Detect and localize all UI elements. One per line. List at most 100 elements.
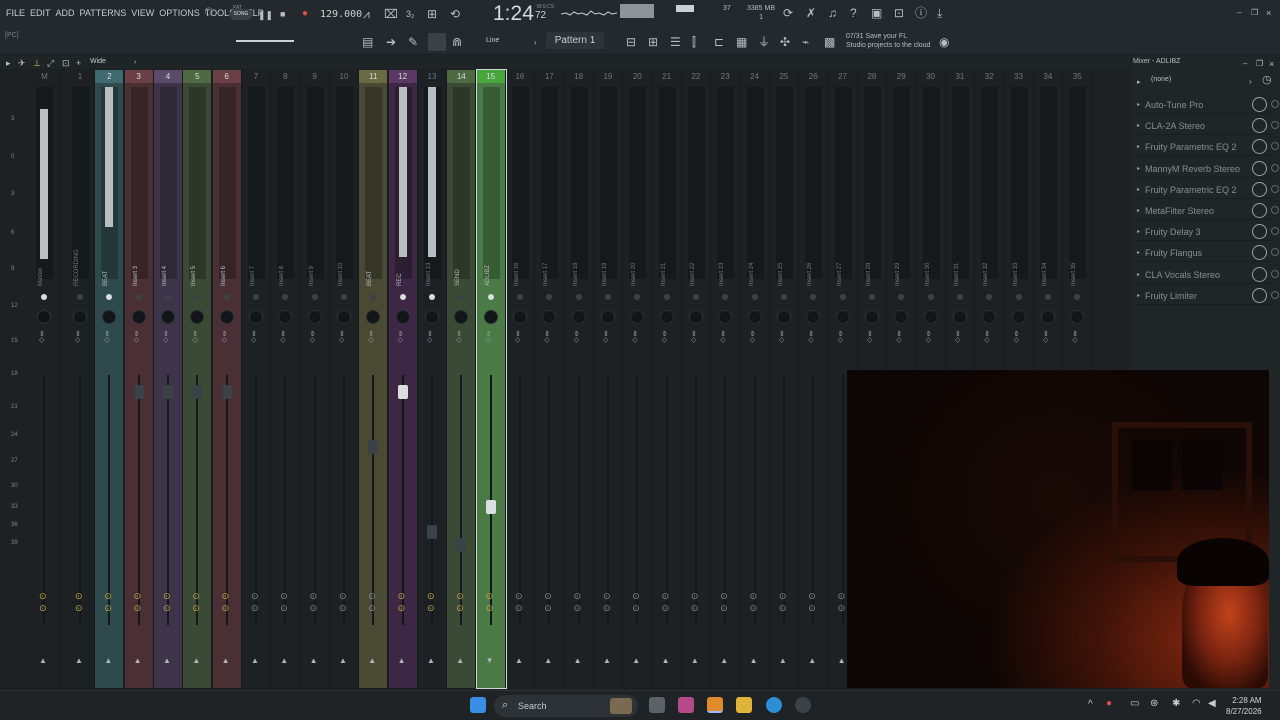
panel-maximize-icon[interactable]: ❐ [1256, 58, 1263, 70]
slot-enable-toggle[interactable] [1271, 206, 1279, 214]
stereo-separation-icon[interactable]: ⇕ ◇ [339, 331, 345, 344]
volume-icon[interactable]: ◀ [1208, 698, 1216, 709]
pencil-icon[interactable]: ✎ [408, 36, 418, 48]
stereo-separation-icon[interactable]: ⇕ ◇ [310, 331, 316, 344]
pan-knob[interactable] [630, 310, 645, 324]
menu-view[interactable]: VIEW [131, 8, 154, 18]
mute-led[interactable] [77, 294, 83, 300]
slot-arrow-icon[interactable]: ▸ [1137, 271, 1140, 278]
volume-fader[interactable] [782, 375, 785, 625]
volume-fader[interactable] [166, 375, 169, 625]
pan-knob[interactable] [542, 310, 557, 324]
effect-slot[interactable]: ▸ Fruity Delay 3 [1135, 222, 1279, 242]
pan-knob[interactable] [1040, 310, 1055, 324]
route-arrow-icon[interactable]: ▲ [456, 656, 464, 665]
taskbar-clock[interactable]: 2:28 AM 8/27/2026 [1226, 695, 1262, 717]
stereo-separation-icon[interactable]: ⇕ ◇ [134, 331, 140, 344]
pan-knob[interactable] [952, 310, 967, 324]
effect-slot[interactable]: ▸ MannyM Reverb Stereo [1135, 159, 1279, 178]
pattern-selector[interactable]: Pattern 1 [546, 32, 604, 49]
route-arrow-icon[interactable]: ▲ [662, 656, 670, 665]
strip-name[interactable]: Master [38, 234, 44, 286]
send-route-icon[interactable]: ⊙⊙ [574, 590, 582, 614]
pan-knob[interactable] [894, 310, 909, 324]
effect-slot[interactable]: ▸ CLA Vocals Stereo [1135, 265, 1279, 284]
cpu-gear-icon[interactable]: ⟳ [783, 7, 793, 19]
mute-led[interactable] [1074, 294, 1081, 300]
effect-slot[interactable]: ▸ Auto-Tune Pro [1135, 95, 1279, 114]
mixer-strip-15[interactable]: 15 ADLIBZ ⇕ ◇ ⊙ ⊙ ▼ [475, 69, 507, 689]
song-time-display[interactable]: 1:24 [493, 2, 534, 26]
route-arrow-icon[interactable]: ▲ [222, 656, 230, 665]
pan-knob[interactable] [776, 310, 791, 324]
mixer-strip-16[interactable]: 16 Insert 16 ⇕ ◇ ⊙ ⊙ ▲ [506, 70, 535, 688]
volume-fader[interactable] [225, 375, 228, 625]
stereo-separation-icon[interactable]: ⇕ ◇ [926, 331, 932, 344]
effect-name[interactable]: Fruity Limiter [1145, 291, 1197, 301]
mute-led[interactable] [516, 294, 523, 300]
slot-arrow-icon[interactable]: ▸ [1137, 186, 1140, 193]
mute-led[interactable] [164, 294, 171, 300]
route-arrow-icon[interactable]: ▲ [603, 656, 611, 665]
strip-name[interactable]: Insert 21 [661, 234, 667, 286]
volume-fader[interactable] [43, 375, 45, 625]
stereo-separation-icon[interactable]: ⇕ ◇ [574, 331, 580, 344]
strip-name[interactable]: Insert 28 [866, 234, 872, 286]
send-route-icon[interactable]: ⊙⊙ [808, 590, 816, 614]
strip-name[interactable]: Insert 23 [719, 234, 725, 286]
stereo-separation-icon[interactable]: ⇕ ◇ [222, 331, 228, 344]
copilot-icon[interactable] [678, 697, 694, 713]
stereo-separation-icon[interactable]: ⇕ ◇ [896, 331, 902, 344]
send-route-icon[interactable]: ⊙⊙ [398, 590, 406, 614]
effect-slot[interactable]: ▸ Fruity Flangus [1135, 243, 1279, 263]
mixer-strip-5[interactable]: 5 Insert 5 ⇕ ◇ ⊙ ⊙ ▲ [183, 70, 213, 688]
slot-arrow-icon[interactable]: ▸ [1137, 249, 1140, 256]
volume-fader[interactable] [430, 375, 433, 625]
tray-bluetooth-icon[interactable]: ✱ [1172, 698, 1180, 709]
strip-name[interactable]: Insert 24 [749, 234, 755, 286]
volume-fader[interactable] [812, 375, 815, 625]
news-icon[interactable]: ▩ [824, 36, 835, 48]
maximize-icon[interactable]: ❐ [1251, 7, 1258, 19]
send-route-icon[interactable]: ⊙⊙ [544, 590, 552, 614]
route-arrow-icon[interactable]: ▲ [310, 656, 318, 665]
slot-enable-toggle[interactable] [1271, 121, 1279, 130]
route-arrow-icon[interactable]: ▲ [39, 656, 47, 665]
countdown-icon[interactable]: 3₂ [406, 8, 415, 20]
mixer-strip-master[interactable]: M Master ⇕ ◇ ⊙ ⊙ ▲ [30, 70, 60, 688]
input-chevron-icon[interactable]: › [1249, 76, 1252, 88]
route-arrow-icon[interactable]: ▲ [163, 656, 171, 665]
microphone-icon[interactable]: ♫ [828, 7, 837, 19]
pan-knob[interactable] [190, 310, 205, 324]
menu-add[interactable]: ADD [56, 8, 75, 18]
playlist-view-icon[interactable]: ☰ [670, 36, 681, 48]
stereo-separation-icon[interactable]: ⇕ ◇ [398, 331, 404, 344]
pan-knob[interactable] [718, 310, 733, 324]
strip-name[interactable]: Insert 31 [954, 234, 960, 286]
route-arrow-icon[interactable]: ▲ [808, 656, 816, 665]
mixer-strip-1[interactable]: 1 RECORDING ⇕ ◇ ⊙ ⊙ ▲ [66, 70, 95, 688]
strip-name[interactable]: REC [397, 234, 403, 286]
effect-name[interactable]: MetaFilter Stereo [1145, 206, 1214, 216]
pan-knob[interactable] [982, 310, 997, 324]
effect-name[interactable]: Fruity Parametric EQ 2 [1145, 142, 1237, 152]
start-button-icon[interactable] [470, 697, 486, 713]
fader-handle[interactable] [368, 440, 379, 454]
mix-level-knob[interactable] [1252, 97, 1267, 112]
send-route-icon[interactable]: ⊙⊙ [163, 590, 171, 614]
stereo-separation-icon[interactable]: ⇕ ◇ [662, 331, 668, 344]
pan-knob[interactable] [659, 310, 674, 324]
volume-fader[interactable] [284, 375, 287, 625]
pause-icon[interactable]: ❚❚ [258, 9, 273, 21]
stereo-separation-icon[interactable]: ⇕ ◇ [955, 331, 961, 344]
send-route-icon[interactable]: ⊙⊙ [310, 590, 318, 614]
effect-name[interactable]: Fruity Delay 3 [1145, 227, 1201, 237]
layout-icon[interactable]: ⊡ [62, 57, 70, 69]
stop-icon[interactable]: ■ [280, 8, 285, 20]
pattern-arrow-icon[interactable]: › [534, 37, 537, 49]
strip-name[interactable]: Insert 29 [895, 234, 901, 286]
mixer-strip-18[interactable]: 18 Insert 18 ⇕ ◇ ⊙ ⊙ ▲ [565, 70, 594, 688]
volume-fader[interactable] [548, 375, 551, 625]
slot-enable-toggle[interactable] [1271, 248, 1279, 257]
stereo-separation-icon[interactable]: ⇕ ◇ [632, 331, 638, 344]
